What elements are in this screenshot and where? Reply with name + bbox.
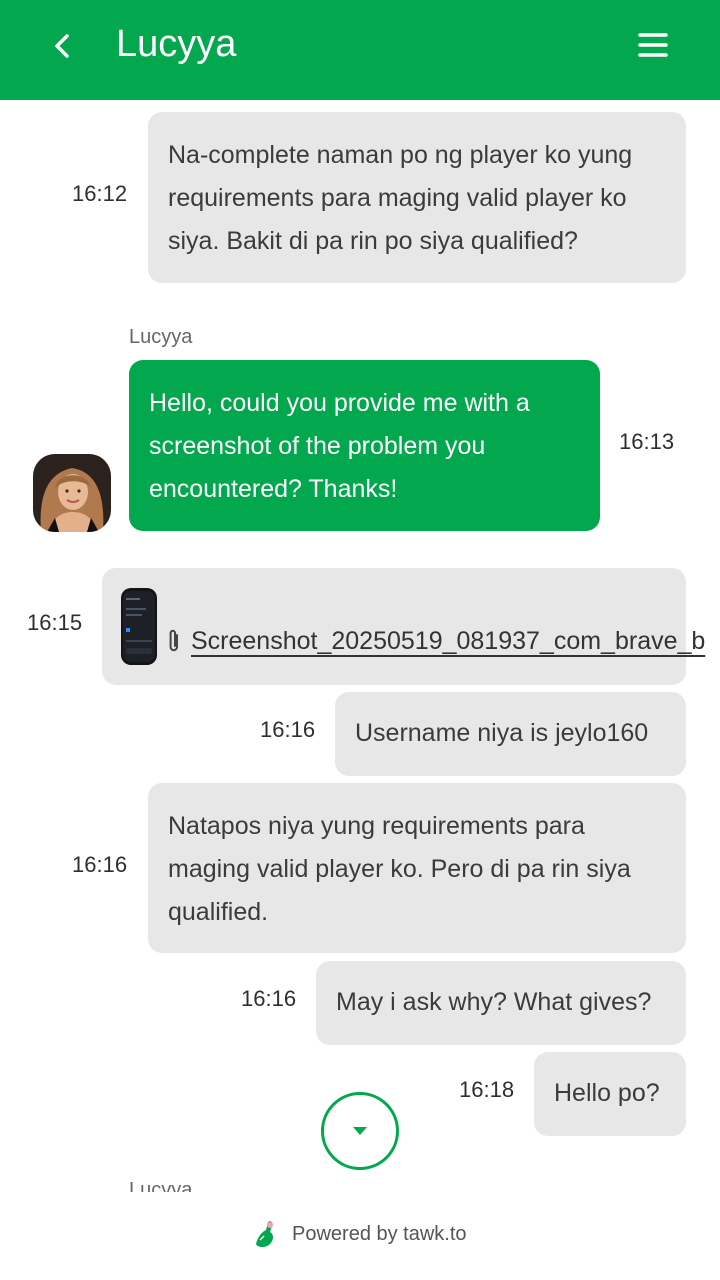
message-text: Na-complete naman po ng player ko yung r… xyxy=(168,141,633,255)
message-list[interactable]: 16:12 Na-complete naman po ng player ko … xyxy=(0,100,720,1192)
message-text: May i ask why? What gives? xyxy=(336,988,652,1016)
agent-avatar xyxy=(33,454,111,532)
message-text: Hello, could you provide me with a scree… xyxy=(149,389,530,503)
visitor-message-bubble: Natapos niya yung requirements para magi… xyxy=(148,783,686,953)
message-time: 16:13 xyxy=(619,429,675,454)
menu-button[interactable] xyxy=(630,24,676,66)
message-time: 16:16 xyxy=(72,852,128,877)
chat-footer: Powered by tawk.to xyxy=(0,1192,720,1280)
scroll-to-bottom-button[interactable] xyxy=(321,1092,399,1170)
message-time: 16:16 xyxy=(260,717,316,742)
message-time: 16:12 xyxy=(72,181,128,206)
visitor-message-bubble: Na-complete naman po ng player ko yung r… xyxy=(148,112,686,283)
agent-name: Lucyya xyxy=(129,1179,193,1192)
caret-down-icon xyxy=(353,1127,367,1135)
paperclip-icon xyxy=(169,629,178,652)
message-text: Hello po? xyxy=(554,1079,660,1107)
agent-message-bubble: Hello, could you provide me with a scree… xyxy=(129,360,600,531)
message-time: 16:15 xyxy=(27,610,83,635)
visitor-message-bubble: Hello po? xyxy=(534,1052,686,1136)
message-text: Username niya is jeylo160 xyxy=(355,719,649,747)
hamburger-menu-icon xyxy=(638,33,668,57)
powered-by-link[interactable]: Powered by tawk.to xyxy=(292,1220,467,1248)
message-time: 16:18 xyxy=(459,1077,515,1102)
chat-title: Lucyya xyxy=(116,23,237,65)
file-link[interactable]: Screenshot_20250519_081937_com_brave_b xyxy=(191,625,705,657)
visitor-message-bubble: Username niya is jeylo160 xyxy=(335,692,686,776)
chat-header: Lucyya xyxy=(0,0,720,100)
chevron-left-icon xyxy=(55,34,69,58)
visitor-message-bubble: May i ask why? What gives? xyxy=(316,961,686,1045)
file-thumbnail[interactable] xyxy=(121,588,157,665)
back-button[interactable] xyxy=(40,26,84,66)
agent-name: Lucyya xyxy=(129,326,193,348)
message-time: 16:16 xyxy=(241,986,297,1011)
message-text: Natapos niya yung requirements para magi… xyxy=(168,812,631,926)
tawk-logo-icon xyxy=(256,1221,273,1247)
